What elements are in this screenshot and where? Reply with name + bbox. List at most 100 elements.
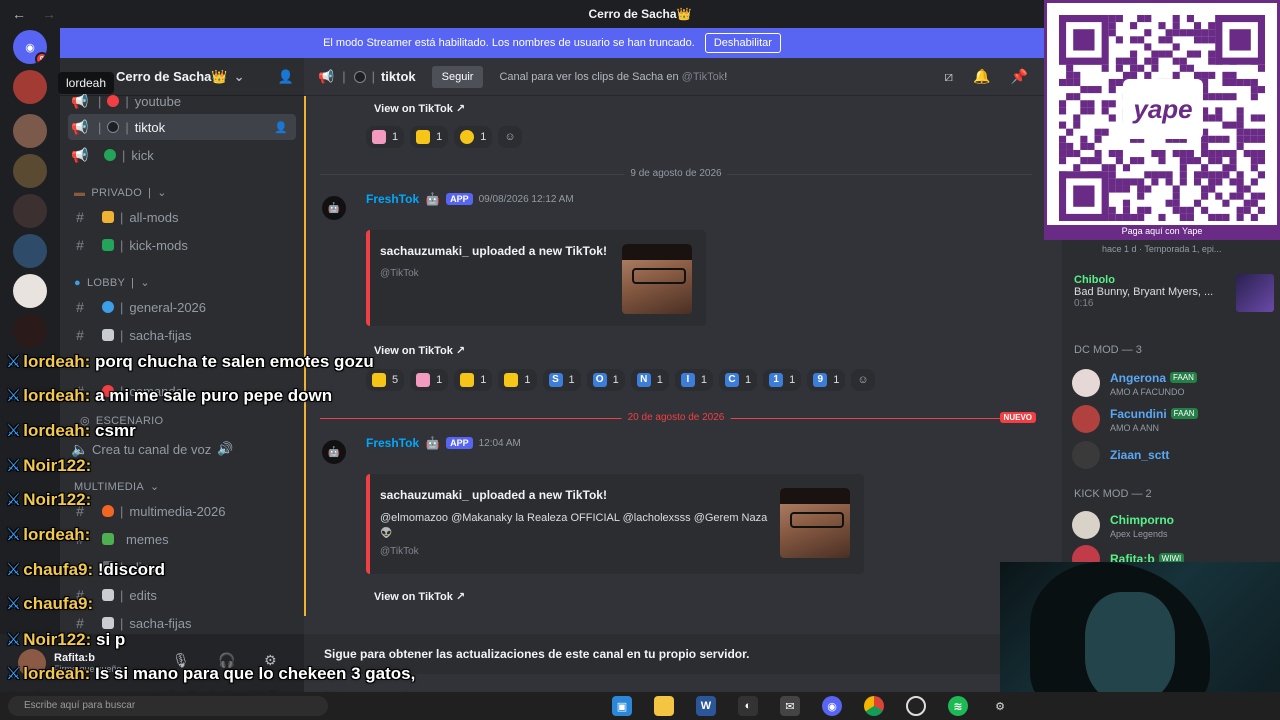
create-voice-channel[interactable]: 🔈 Crea tu canal de voz 🔊 <box>68 436 296 462</box>
member-item[interactable]: Chimporno Apex Legends <box>1072 506 1272 544</box>
video-thumbnail[interactable] <box>622 244 692 314</box>
server-icon[interactable] <box>13 114 47 148</box>
pin-icon[interactable]: 📌 <box>1011 68 1028 85</box>
video-thumbnail[interactable] <box>780 488 850 558</box>
emoji-icon <box>460 130 475 144</box>
author-name[interactable]: FreshTok <box>366 436 419 450</box>
reaction[interactable]: 91 <box>807 369 846 391</box>
user-tooltip: lordeah <box>58 72 115 94</box>
channel-sacha-fijas[interactable]: # | sacha-fijas <box>68 322 296 348</box>
view-on-tiktok-button[interactable]: View on TikTok ↗ <box>366 584 473 609</box>
reaction[interactable]: 1 <box>454 126 493 148</box>
reaction[interactable]: C1 <box>719 369 758 391</box>
channel-sacha-fijas-2[interactable]: # | sacha-fijas <box>68 610 296 634</box>
follow-button[interactable]: Seguir <box>431 65 484 88</box>
channel-kick-mods[interactable]: # | kick-mods <box>68 232 296 258</box>
clipboard-icon <box>102 617 114 629</box>
bell-icon[interactable]: 🔔 <box>973 68 990 85</box>
emoji-icon: N <box>636 373 651 387</box>
mail-icon[interactable]: ✉ <box>780 696 800 716</box>
member-item[interactable]: Angerona FAAN AMO A FACUNDO <box>1072 364 1272 402</box>
embed-footer: @TikTok <box>380 268 419 279</box>
reaction[interactable]: 1 <box>410 369 449 391</box>
reaction[interactable]: 1 <box>366 126 405 148</box>
store-icon[interactable]: ▣ <box>612 696 632 716</box>
add-reaction-button[interactable]: ☺ <box>498 126 522 148</box>
category-escenario[interactable]: ◎ ESCENARIO <box>80 414 163 428</box>
external-link-icon: ↗ <box>455 345 466 357</box>
reaction[interactable]: 11 <box>763 369 802 391</box>
reaction[interactable]: 1 <box>410 126 449 148</box>
gear-icon[interactable]: ⚙ <box>264 652 277 669</box>
discord-icon[interactable]: ◉ <box>822 696 842 716</box>
channel-comandos[interactable]: # | comandos <box>68 378 296 404</box>
disable-streamer-mode-button[interactable]: Deshabilitar <box>704 33 781 53</box>
app-icon[interactable]: ◐ <box>738 696 758 716</box>
channel-tiktok[interactable]: 📢 | | tiktok 👤 <box>68 114 296 140</box>
category-multimedia[interactable]: MULTIMEDIA ⌄ <box>74 480 160 494</box>
avatar <box>1072 405 1100 433</box>
channel-clips[interactable]: # | clips <box>68 554 296 580</box>
server-icon[interactable] <box>13 154 47 188</box>
green-circle-icon <box>104 149 116 161</box>
microphone-icon[interactable]: 🎙 <box>172 652 190 669</box>
channel-memes[interactable]: # memes <box>68 526 296 552</box>
streamer-mode-banner: El modo Streamer está habilitado. Los no… <box>60 28 1044 58</box>
discord-home-icon[interactable]: ◉ 9 <box>13 30 47 64</box>
speaker-icon: 🔈 <box>71 440 89 457</box>
channel-sidebar: Cerro de Sacha👑 ⌄ 👤 📢 | | youtube 📢 | | … <box>60 58 304 634</box>
avatar <box>1072 441 1100 469</box>
file-explorer-icon[interactable] <box>654 696 674 716</box>
view-on-tiktok-button[interactable]: View on TikTok ↗ <box>366 96 473 121</box>
obs-icon[interactable] <box>906 696 926 716</box>
member-item[interactable]: Facundini FAAN AMO A ANN <box>1072 400 1272 438</box>
author-name[interactable]: FreshTok <box>366 192 419 206</box>
emoji-icon <box>416 373 431 387</box>
threads-icon[interactable]: ⧄ <box>944 68 953 85</box>
word-icon[interactable]: W <box>696 696 716 716</box>
server-icon[interactable] <box>13 314 47 348</box>
hashtag-icon: # <box>76 383 84 399</box>
bot-avatar[interactable]: 🤖 <box>322 196 346 220</box>
chrome-icon[interactable] <box>864 696 884 716</box>
server-icon[interactable] <box>13 194 47 228</box>
server-icon[interactable] <box>13 274 47 308</box>
red-circle-icon <box>102 385 114 397</box>
server-icon-cerro[interactable] <box>13 70 47 104</box>
add-member-icon[interactable]: 👤 <box>278 69 294 85</box>
message-header: FreshTok 🤖 APP 09/08/2026 12:12 AM <box>366 192 574 206</box>
reaction[interactable]: I1 <box>674 369 713 391</box>
bot-avatar[interactable]: 🤖 <box>322 440 346 464</box>
channel-multimedia-2026[interactable]: # | multimedia-2026 <box>68 498 296 524</box>
taskbar-search[interactable]: Escribe aquí para buscar <box>8 696 328 716</box>
embed-title: sachauzumaki_ uploaded a new TikTok! <box>380 488 607 502</box>
headphones-icon[interactable]: 🎧 <box>218 652 235 669</box>
spotify-icon[interactable]: ≋ <box>948 696 968 716</box>
avatar[interactable] <box>18 649 46 677</box>
channel-general-2026[interactable]: # | general-2026 <box>68 294 296 320</box>
reaction[interactable]: O1 <box>586 369 625 391</box>
member-item[interactable]: Ziaan_sctt <box>1072 436 1272 474</box>
add-member-icon[interactable]: 👤 <box>274 121 288 134</box>
add-reaction-button[interactable]: ☺ <box>851 369 875 391</box>
server-icon[interactable] <box>13 234 47 268</box>
spotify-activity[interactable]: Chibolo Bad Bunny, Bryant Myers, ... 0:1… <box>1074 274 1274 312</box>
reaction[interactable]: N1 <box>630 369 669 391</box>
hashtag-icon: # <box>76 209 84 225</box>
follow-channel-bar: Sigue para obtener las actualizaciones d… <box>304 634 1044 674</box>
view-on-tiktok-button[interactable]: View on TikTok ↗ <box>366 338 473 363</box>
external-link-icon: ↗ <box>455 591 466 603</box>
channel-edits[interactable]: # | edits <box>68 582 296 608</box>
embed-description: @elmomazoo @Makanaky la Realeza OFFICIAL… <box>380 512 768 524</box>
reaction[interactable]: S1 <box>542 369 581 391</box>
channel-topic: Canal para ver los clips de Sacha en @Ti… <box>499 70 728 83</box>
category-lobby[interactable]: ● LOBBY | ⌄ <box>74 276 150 290</box>
gear-icon[interactable]: ⚙ <box>990 696 1010 716</box>
channel-all-mods[interactable]: # | all-mods <box>68 204 296 230</box>
reaction[interactable]: 1 <box>498 369 537 391</box>
reaction[interactable]: 5 <box>366 369 405 391</box>
channel-kick[interactable]: 📢 | kick <box>68 142 296 168</box>
reaction[interactable]: 1 <box>454 369 493 391</box>
category-privado[interactable]: ▬ PRIVADO | ⌄ <box>74 186 167 200</box>
nt-icon <box>102 589 114 601</box>
